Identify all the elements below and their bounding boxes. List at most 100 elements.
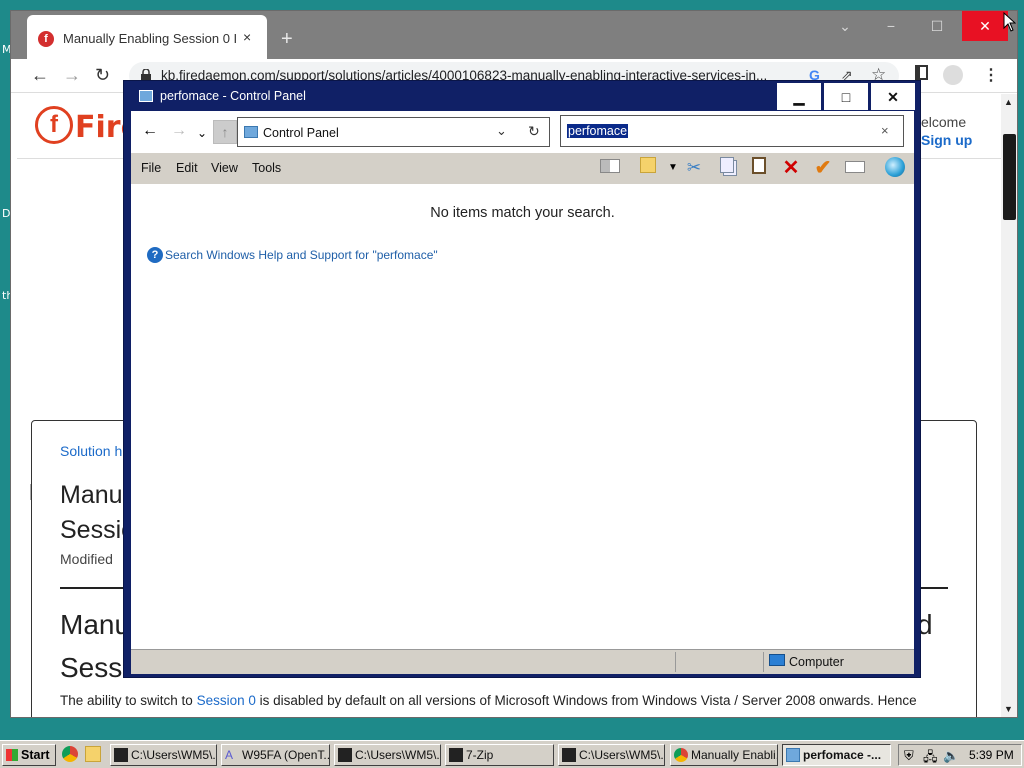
mouse-cursor-icon bbox=[1003, 12, 1016, 32]
cp-status-bar: Computer bbox=[131, 649, 914, 674]
scroll-up-icon[interactable]: ▲ bbox=[1004, 97, 1013, 107]
sidebar-icon[interactable] bbox=[915, 65, 928, 80]
taskbar-button-1[interactable]: C:\Users\WM5\... bbox=[110, 744, 217, 766]
cp-back-button[interactable]: ← bbox=[142, 122, 158, 140]
status-divider bbox=[675, 652, 676, 672]
tab-title: Manually Enabling Session 0 Inte bbox=[63, 31, 237, 46]
menu-edit[interactable]: Edit bbox=[176, 161, 198, 175]
taskbar-button-label: C:\Users\WM5\... bbox=[579, 748, 665, 762]
cp-close-button[interactable]: ✕ bbox=[870, 82, 916, 111]
control-panel-icon bbox=[244, 126, 258, 138]
taskbar: Start C:\Users\WM5\... A W95FA (OpenT... … bbox=[0, 740, 1024, 768]
profile-avatar-icon[interactable] bbox=[943, 65, 963, 85]
scroll-thumb[interactable] bbox=[1003, 134, 1016, 220]
section-heading-line1: Manu bbox=[60, 609, 131, 640]
browser-tab[interactable]: f Manually Enabling Session 0 Inte × bbox=[27, 15, 267, 59]
cp-window-title: perfomace - Control Panel bbox=[160, 89, 306, 103]
taskbar-button-2[interactable]: A W95FA (OpenT... bbox=[221, 744, 330, 766]
chrome-minimize-button[interactable]: − bbox=[868, 11, 914, 41]
menu-kebab-icon[interactable]: ⋮ bbox=[983, 65, 999, 85]
chrome-reload-button[interactable]: ↻ bbox=[95, 65, 110, 85]
refresh-icon[interactable]: ↻ bbox=[528, 123, 540, 140]
taskbar-button-6[interactable]: Manually Enabli... bbox=[670, 744, 778, 766]
taskbar-button-label: C:\Users\WM5\... bbox=[131, 748, 217, 762]
taskbar-button-5[interactable]: C:\Users\WM5\... bbox=[558, 744, 665, 766]
status-location: Computer bbox=[789, 655, 844, 669]
shield-icon[interactable]: ⛨ bbox=[904, 748, 914, 764]
menu-view[interactable]: View bbox=[211, 161, 238, 175]
taskbar-button-label: Manually Enabli... bbox=[691, 748, 778, 762]
cp-title-bar[interactable]: perfomace - Control Panel bbox=[124, 81, 776, 111]
globe-icon[interactable] bbox=[883, 157, 907, 179]
breadcrumb[interactable]: Solution h bbox=[60, 443, 122, 459]
chrome-close-button[interactable]: ✕ bbox=[962, 11, 1008, 41]
scroll-down-icon[interactable]: ▼ bbox=[1004, 704, 1013, 714]
signup-link[interactable]: Sign up bbox=[921, 132, 972, 148]
firedaemon-favicon-icon: f bbox=[38, 31, 54, 47]
cp-forward-button[interactable]: → bbox=[171, 122, 187, 140]
menu-tools[interactable]: Tools bbox=[252, 161, 281, 175]
help-question-icon: ? bbox=[147, 247, 163, 263]
help-link-text[interactable]: Search Windows Help and Support for "per… bbox=[165, 248, 438, 262]
rename-icon[interactable] bbox=[843, 157, 867, 179]
firedaemon-logo-icon[interactable]: f bbox=[35, 106, 73, 144]
volume-icon[interactable]: 🔈 bbox=[943, 748, 959, 764]
check-icon[interactable]: ✔ bbox=[811, 157, 835, 179]
chrome-restore-button[interactable]: ☐ bbox=[914, 11, 960, 41]
new-tab-button[interactable]: + bbox=[281, 29, 293, 49]
paste-icon[interactable] bbox=[747, 157, 771, 179]
folder-quicklaunch-icon[interactable] bbox=[85, 746, 101, 762]
tab-close-icon[interactable]: × bbox=[243, 29, 251, 45]
cp-address-text[interactable]: Control Panel bbox=[263, 126, 339, 140]
chrome-back-button[interactable]: ← bbox=[31, 65, 49, 85]
taskbar-button-4[interactable]: 7-Zip bbox=[445, 744, 554, 766]
copy-icon[interactable] bbox=[715, 157, 739, 179]
status-divider bbox=[763, 652, 764, 672]
menu-file[interactable]: File bbox=[141, 161, 161, 175]
system-tray: ⛨ 🖧 🔈 5:39 PM bbox=[898, 744, 1022, 766]
chrome-forward-button[interactable]: → bbox=[63, 65, 81, 85]
no-items-message: No items match your search. bbox=[430, 205, 615, 221]
7zip-icon bbox=[114, 748, 128, 762]
search-clear-icon[interactable]: × bbox=[881, 123, 889, 138]
control-panel-window: perfomace - Control Panel ▁ □ ✕ ← → ⌄ ↑ … bbox=[123, 80, 921, 678]
modified-label: Modified bbox=[60, 551, 113, 567]
page-scrollbar[interactable]: ▲ ▼ bbox=[1001, 94, 1017, 717]
start-button[interactable]: Start bbox=[2, 744, 56, 766]
chrome-icon bbox=[674, 748, 688, 762]
font-icon: A bbox=[225, 748, 234, 762]
cut-icon[interactable]: ✂ bbox=[682, 157, 706, 179]
cp-search-box[interactable]: perfomace × bbox=[560, 115, 904, 147]
taskbar-button-label: W95FA (OpenT... bbox=[242, 748, 330, 762]
cp-minimize-button[interactable]: ▁ bbox=[776, 82, 822, 111]
cp-results-area: No items match your search. ? Search Wind… bbox=[131, 184, 914, 649]
cp-search-input[interactable]: perfomace bbox=[567, 124, 629, 138]
cp-navigation-bar: ← → ⌄ ↑ Control Panel ⌄ ↻ perfomace × bbox=[131, 111, 914, 153]
cp-recent-dropdown[interactable]: ⌄ bbox=[197, 124, 207, 142]
chrome-quicklaunch-icon[interactable] bbox=[62, 746, 78, 762]
panel-icon[interactable] bbox=[598, 157, 622, 179]
taskbar-button-7[interactable]: perfomace -... bbox=[782, 744, 891, 766]
session0-link[interactable]: Session 0 bbox=[197, 693, 256, 708]
clock[interactable]: 5:39 PM bbox=[969, 748, 1014, 762]
control-panel-icon bbox=[786, 748, 800, 762]
start-label: Start bbox=[21, 748, 50, 762]
cp-address-bar[interactable]: Control Panel ⌄ ↻ bbox=[237, 117, 550, 147]
taskbar-button-label: perfomace -... bbox=[803, 748, 882, 762]
delete-icon[interactable]: ✕ bbox=[779, 157, 803, 179]
taskbar-button-3[interactable]: C:\Users\WM5\... bbox=[334, 744, 441, 766]
cp-client-area: ← → ⌄ ↑ Control Panel ⌄ ↻ perfomace × Fi… bbox=[131, 111, 914, 674]
tab-search-button[interactable]: ⌄ bbox=[822, 11, 868, 41]
network-icon[interactable]: 🖧 bbox=[923, 748, 938, 768]
taskbar-button-label: C:\Users\WM5\... bbox=[355, 748, 441, 762]
para-text-end: is disabled by default on all versions o… bbox=[255, 693, 917, 708]
address-dropdown-icon[interactable]: ⌄ bbox=[496, 123, 507, 139]
help-search-link[interactable]: ? Search Windows Help and Support for "pe… bbox=[147, 247, 438, 263]
welcome-text: elcome bbox=[921, 114, 967, 130]
windows-flag-icon bbox=[6, 749, 18, 761]
folder-icon[interactable] bbox=[636, 157, 660, 179]
chrome-title-bar: f Manually Enabling Session 0 Inte × + ⌄… bbox=[11, 11, 1017, 59]
cp-maximize-button[interactable]: □ bbox=[823, 82, 869, 111]
cp-menu-bar: File Edit View Tools ▼ ✂ ✕ ✔ bbox=[131, 153, 914, 184]
cp-up-button[interactable]: ↑ bbox=[213, 120, 237, 144]
